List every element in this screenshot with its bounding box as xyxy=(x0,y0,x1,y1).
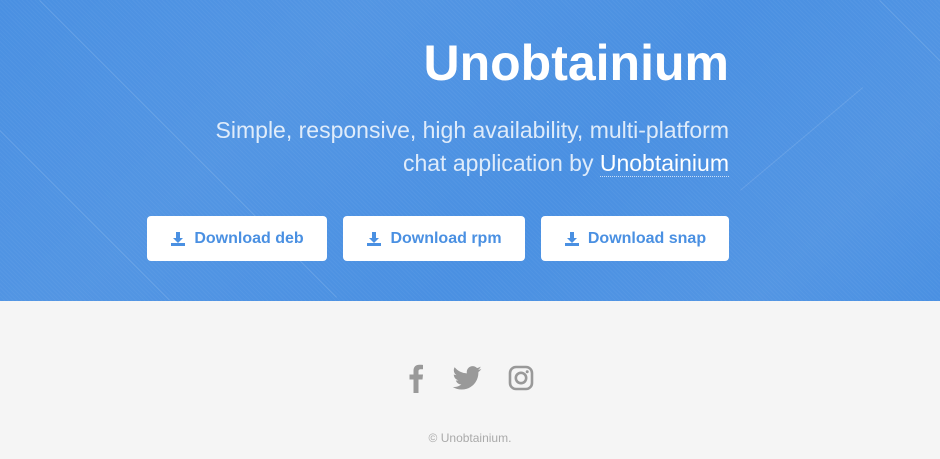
social-links xyxy=(0,362,940,394)
page-title: Unobtainium xyxy=(423,35,729,91)
download-deb-button[interactable]: Download deb xyxy=(147,216,327,261)
twitter-link[interactable] xyxy=(451,362,483,394)
download-rpm-label: Download rpm xyxy=(390,229,502,247)
download-rpm-button[interactable]: Download rpm xyxy=(343,216,525,261)
decorative-line xyxy=(740,87,864,191)
facebook-icon xyxy=(409,364,423,393)
decorative-line xyxy=(879,0,940,100)
instagram-link[interactable] xyxy=(507,362,535,394)
download-snap-button[interactable]: Download snap xyxy=(541,216,729,261)
author-link[interactable]: Unobtainium xyxy=(599,150,729,177)
facebook-link[interactable] xyxy=(404,362,428,394)
instagram-icon xyxy=(508,365,534,391)
download-snap-label: Download snap xyxy=(587,229,707,247)
hero-section: Unobtainium Simple, responsive, high ava… xyxy=(0,0,940,301)
download-icon xyxy=(564,231,579,246)
page-subtitle: Simple, responsive, high availability, m… xyxy=(169,114,729,180)
decorative-line xyxy=(0,130,170,301)
download-icon xyxy=(367,231,382,246)
download-deb-label: Download deb xyxy=(194,229,304,247)
twitter-icon xyxy=(452,366,482,390)
download-icon xyxy=(171,231,186,246)
copyright-text: © Unobtainium. xyxy=(428,431,512,445)
